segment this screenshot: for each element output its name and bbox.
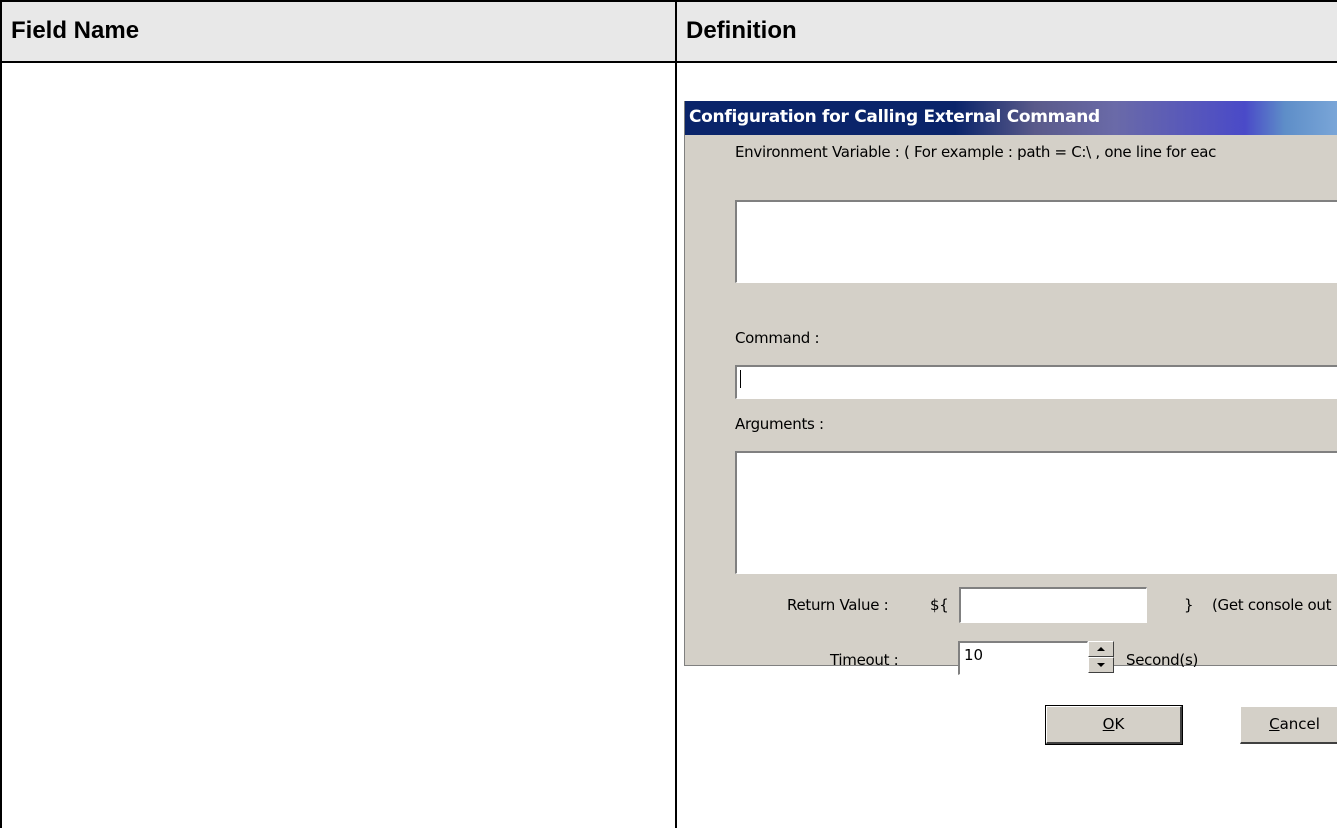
timeout-label: Timeout : xyxy=(830,651,899,669)
table-header-row: Field Name Definition xyxy=(0,0,1337,62)
timeout-value: 10 xyxy=(964,646,984,664)
header-field-name: Field Name xyxy=(11,17,140,44)
timeout-spinner[interactable] xyxy=(1088,641,1114,673)
arguments-textarea[interactable] xyxy=(735,451,1337,574)
cancel-label-rest: ancel xyxy=(1279,715,1320,733)
dialog-titlebar[interactable]: Configuration for Calling External Comma… xyxy=(685,101,1337,135)
ok-button[interactable]: OK xyxy=(1045,705,1183,745)
arguments-label: Arguments : xyxy=(735,415,824,433)
cancel-mnemonic: C xyxy=(1269,715,1280,733)
return-value-hint: (Get console out xyxy=(1212,596,1332,614)
timeout-input[interactable]: 10 xyxy=(958,641,1088,675)
command-label: Command : xyxy=(735,329,820,347)
spinner-up-button[interactable] xyxy=(1088,641,1114,657)
text-caret xyxy=(740,370,741,388)
arrow-down-icon xyxy=(1097,663,1105,667)
env-variable-label: Environment Variable : ( For example : p… xyxy=(735,143,1217,161)
return-value-suffix: } xyxy=(1184,596,1194,614)
return-value-label: Return Value : xyxy=(787,596,889,614)
cancel-button[interactable]: Cancel xyxy=(1240,706,1337,744)
return-value-input[interactable] xyxy=(959,587,1147,623)
table-column-divider xyxy=(675,0,677,828)
external-command-dialog: Configuration for Calling External Comma… xyxy=(684,101,1337,666)
return-value-prefix: ${ xyxy=(930,596,949,614)
table-border-top xyxy=(0,0,1337,2)
arrow-up-icon xyxy=(1097,647,1105,651)
spinner-down-button[interactable] xyxy=(1088,657,1114,673)
env-variable-textarea[interactable] xyxy=(735,200,1337,283)
timeout-unit-label: Second(s) xyxy=(1126,651,1199,669)
header-definition: Definition xyxy=(686,17,797,44)
ok-mnemonic: O xyxy=(1102,715,1115,733)
field-name-cell xyxy=(2,63,675,828)
command-input[interactable] xyxy=(735,365,1337,399)
dialog-title: Configuration for Calling External Comma… xyxy=(689,107,1100,127)
ok-label-rest: K xyxy=(1114,715,1125,733)
